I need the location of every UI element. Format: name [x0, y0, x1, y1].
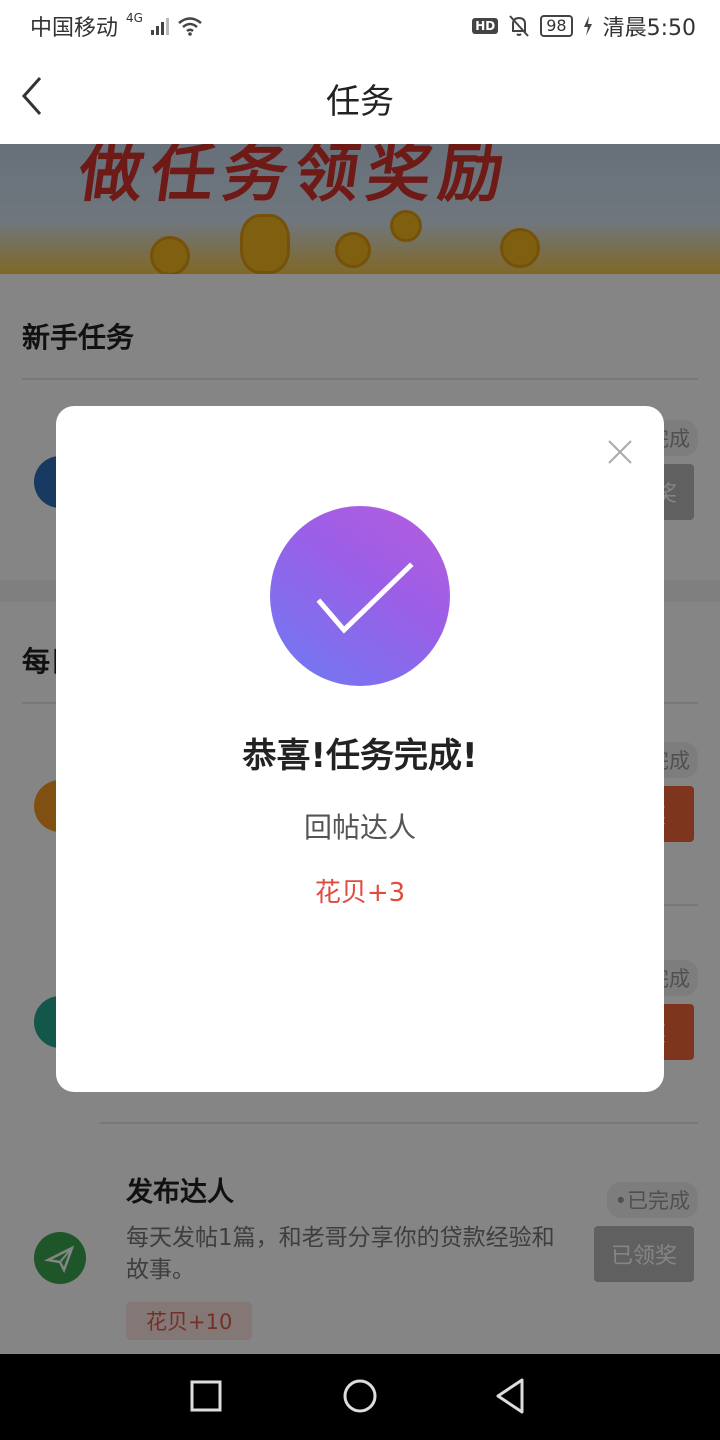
status-bar: 中国移动 4G HD 98 清晨5:50 — [0, 0, 720, 50]
completed-task-name: 回帖达人 — [303, 811, 416, 844]
hd-badge: HD — [472, 18, 499, 34]
success-badge — [270, 506, 450, 686]
charging-icon — [583, 16, 592, 36]
back-triangle-icon[interactable] — [494, 1376, 528, 1416]
home-circle-icon[interactable] — [342, 1376, 378, 1416]
status-right: HD 98 清晨5:50 — [472, 10, 696, 42]
system-navigation-bar — [0, 1354, 720, 1440]
navigation-bar: 任务 — [0, 50, 720, 144]
carrier-label: 中国移动 — [30, 16, 119, 41]
clock: 清晨5:50 — [602, 16, 696, 41]
mute-bell-icon — [509, 15, 529, 37]
wifi-icon — [178, 17, 202, 36]
recents-square-icon[interactable] — [190, 1376, 222, 1416]
close-icon[interactable] — [606, 438, 634, 466]
page-title: 任务 — [326, 82, 394, 122]
dialog-title: 恭喜!任务完成! — [242, 736, 478, 776]
network-label: 4G — [126, 11, 143, 25]
battery-icon: 98 — [540, 15, 573, 37]
checkmark-icon — [316, 562, 414, 634]
reward-amount: 花贝+3 — [314, 878, 406, 908]
signal-icon — [150, 17, 169, 35]
status-left: 中国移动 4G — [30, 10, 203, 42]
task-complete-dialog: 恭喜!任务完成! 回帖达人 花贝+3 — [56, 406, 664, 1092]
